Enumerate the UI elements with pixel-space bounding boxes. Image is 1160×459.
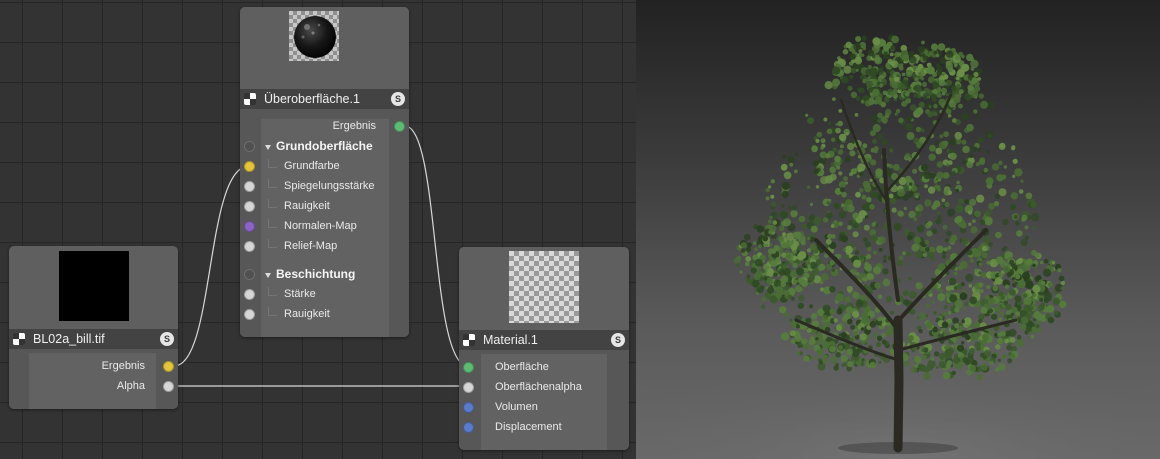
solo-badge-icon[interactable]: S bbox=[611, 333, 625, 347]
input-label: Rauigkeit bbox=[284, 200, 330, 212]
output-label: Alpha bbox=[116, 380, 145, 392]
input-port[interactable] bbox=[463, 422, 474, 433]
input-port[interactable] bbox=[244, 161, 255, 172]
output-label: Ergebnis bbox=[332, 120, 376, 132]
input-label: Relief-Map bbox=[284, 240, 338, 252]
tree-line bbox=[268, 159, 277, 168]
output-port[interactable] bbox=[163, 381, 174, 392]
input-port[interactable] bbox=[244, 241, 255, 252]
output-port[interactable] bbox=[163, 361, 174, 372]
group-port[interactable] bbox=[244, 269, 255, 280]
tree-line bbox=[268, 287, 277, 296]
node-titlebar[interactable]: Material.1 S bbox=[459, 330, 629, 350]
node-bitmap[interactable]: BL02a_bill.tif S Ergebnis Alpha bbox=[9, 246, 178, 409]
input-label: Volumen bbox=[495, 401, 538, 413]
node-titlebar[interactable]: Überoberfläche.1 S bbox=[240, 89, 409, 109]
node-preview bbox=[240, 7, 409, 89]
group-port[interactable] bbox=[244, 141, 255, 152]
collapse-triangle-icon[interactable] bbox=[265, 145, 271, 150]
tree-line bbox=[268, 307, 277, 316]
input-label: Displacement bbox=[495, 421, 562, 433]
node-title: Material.1 bbox=[483, 333, 538, 347]
collapse-triangle-icon[interactable] bbox=[265, 273, 271, 278]
input-port[interactable] bbox=[244, 181, 255, 192]
wire-bitmap-to-grundfarbe bbox=[173, 165, 250, 367]
input-label: Oberfläche bbox=[495, 361, 549, 373]
input-label: Normalen-Map bbox=[284, 220, 357, 232]
input-port[interactable] bbox=[463, 362, 474, 373]
input-port[interactable] bbox=[244, 309, 255, 320]
node-ueberoberflaeche[interactable]: Überoberfläche.1 S Ergebnis Grundoberflä… bbox=[240, 7, 409, 337]
checker-icon bbox=[13, 333, 25, 345]
texture-preview bbox=[59, 251, 129, 321]
input-label: Spiegelungsstärke bbox=[284, 180, 375, 192]
input-label: Rauigkeit bbox=[284, 308, 330, 320]
node-material[interactable]: Material.1 S Oberfläche Oberflächenalpha… bbox=[459, 247, 629, 450]
node-editor[interactable]: Überoberfläche.1 S Ergebnis Grundoberflä… bbox=[0, 0, 636, 459]
group-heading: Grundoberfläche bbox=[276, 139, 373, 153]
checker-icon bbox=[244, 93, 256, 105]
output-port[interactable] bbox=[394, 121, 405, 132]
node-title: Überoberfläche.1 bbox=[264, 92, 360, 106]
tree-line bbox=[268, 219, 277, 228]
material-preview bbox=[509, 251, 579, 323]
input-port[interactable] bbox=[244, 289, 255, 300]
render-viewport bbox=[636, 0, 1160, 459]
input-port[interactable] bbox=[244, 221, 255, 232]
node-body: Ergebnis Alpha bbox=[9, 349, 178, 409]
solo-badge-icon[interactable]: S bbox=[160, 332, 174, 346]
tree-line bbox=[268, 179, 277, 188]
sphere-preview-icon bbox=[289, 11, 339, 61]
input-port[interactable] bbox=[463, 402, 474, 413]
checker-icon bbox=[463, 334, 475, 346]
input-label: Stärke bbox=[284, 288, 316, 300]
node-preview bbox=[9, 246, 178, 329]
node-preview bbox=[459, 247, 629, 330]
input-label: Grundfarbe bbox=[284, 160, 340, 172]
tree-line bbox=[268, 199, 277, 208]
solo-badge-icon[interactable]: S bbox=[391, 92, 405, 106]
group-heading: Beschichtung bbox=[276, 267, 356, 281]
node-body: Oberfläche Oberflächenalpha Volumen Disp… bbox=[459, 350, 629, 450]
node-title: BL02a_bill.tif bbox=[33, 332, 105, 346]
output-label: Ergebnis bbox=[101, 360, 145, 372]
input-label: Oberflächenalpha bbox=[495, 381, 582, 393]
tree-render bbox=[636, 34, 1160, 459]
input-port[interactable] bbox=[463, 382, 474, 393]
node-body: Ergebnis Grundoberfläche Grundfarbe Spie… bbox=[240, 109, 409, 337]
input-port[interactable] bbox=[244, 201, 255, 212]
tree-line bbox=[268, 239, 277, 248]
node-titlebar[interactable]: BL02a_bill.tif S bbox=[9, 329, 178, 349]
